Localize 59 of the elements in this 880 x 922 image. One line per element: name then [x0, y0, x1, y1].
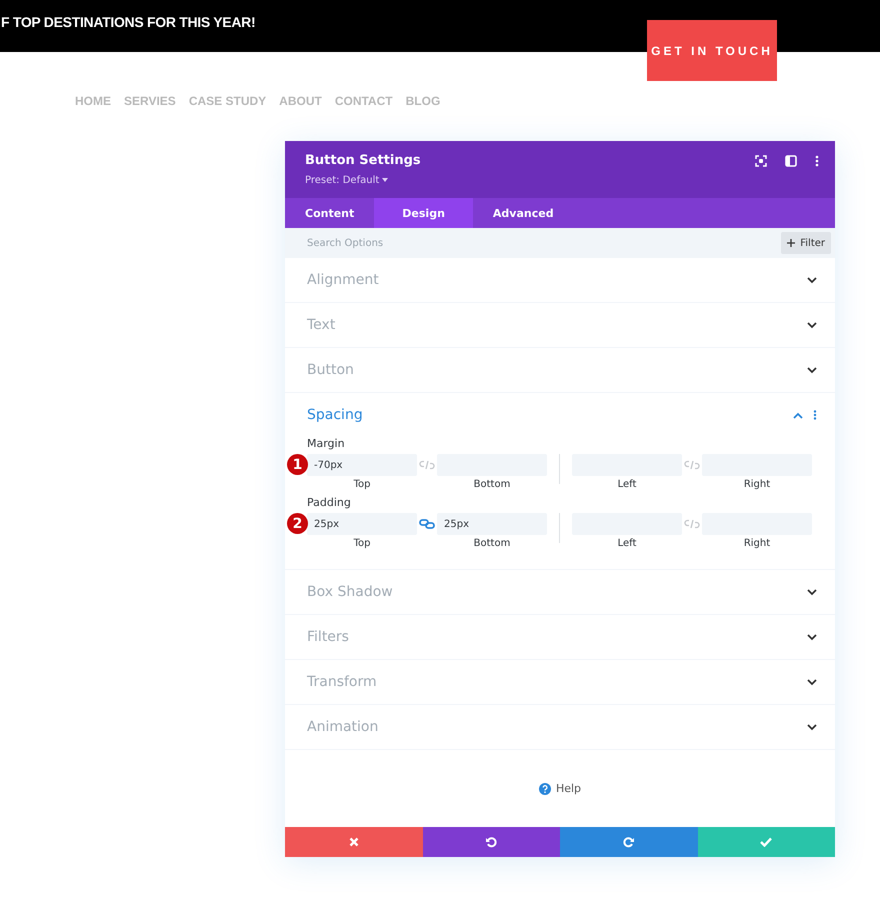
option-label: Padding [307, 496, 352, 509]
field-label: Top [354, 479, 370, 490]
section-title[interactable]: Transform [307, 674, 377, 690]
input-field[interactable]: -70px [307, 454, 417, 476]
chevron-down-icon[interactable] [807, 322, 817, 328]
more-icon[interactable] [813, 410, 817, 420]
section-title[interactable]: Text [307, 317, 336, 333]
help-icon [538, 782, 551, 794]
tab[interactable]: Design [374, 198, 473, 228]
chevron-down-icon[interactable] [807, 678, 817, 686]
chevron-down-icon[interactable] [807, 588, 817, 596]
plus-icon [787, 239, 796, 247]
help-link[interactable]: Help [538, 782, 582, 795]
step-marker: 1 [287, 454, 308, 475]
field-label: Right [744, 479, 770, 490]
filter-button[interactable]: Filter [781, 232, 831, 254]
chevron-down-icon[interactable] [807, 724, 817, 730]
focus-icon[interactable] [755, 155, 767, 167]
section-title[interactable]: Box Shadow [307, 584, 393, 600]
section-title[interactable]: Animation [307, 719, 378, 735]
input-field[interactable]: 25px [437, 513, 547, 535]
section-title[interactable]: Alignment [307, 272, 379, 288]
preset-dropdown[interactable]: Preset: Default [305, 174, 388, 186]
split-view-icon[interactable] [785, 155, 797, 167]
section-title[interactable]: Filters [307, 629, 349, 645]
field-label: Bottom [474, 479, 510, 490]
close-icon [348, 837, 359, 847]
section-title[interactable]: Button [307, 362, 354, 378]
field-label: Left [618, 479, 636, 490]
step-marker: 2 [287, 513, 308, 534]
nav-link[interactable]: CASE STUDY [188, 94, 266, 110]
nav-link[interactable]: SERVIES [124, 94, 176, 110]
tab[interactable]: Content [285, 198, 374, 228]
field-label: Top [354, 538, 370, 549]
undo-icon [485, 836, 498, 848]
input-field[interactable]: 25px [307, 513, 417, 535]
chevron-down-icon[interactable] [807, 276, 817, 284]
chevron-up-icon[interactable] [793, 412, 803, 418]
panel-title: Button Settings [305, 152, 421, 168]
option-label: Margin [307, 437, 346, 450]
banner-text: F TOP DESTINATIONS FOR THIS YEAR! [1, 14, 256, 30]
check-icon [760, 837, 772, 847]
field-label: Right [744, 538, 770, 549]
redo-icon [622, 836, 635, 848]
more-icon[interactable] [815, 155, 819, 167]
chevron-down-icon[interactable] [807, 366, 817, 374]
field-label: Bottom [474, 538, 510, 549]
nav-link[interactable]: ABOUT [279, 94, 322, 110]
search-field[interactable]: Search Options [307, 238, 507, 248]
section-title[interactable]: Spacing [307, 407, 363, 423]
tab[interactable]: Advanced [472, 198, 574, 228]
nav-link[interactable]: HOME [75, 94, 111, 110]
field-label: Left [618, 538, 636, 549]
get-in-touch-button[interactable]: GET IN TOUCH [647, 20, 777, 81]
caret-icon [382, 178, 388, 182]
chevron-down-icon[interactable] [807, 634, 817, 640]
nav-link[interactable]: BLOG [406, 94, 440, 110]
nav-link[interactable]: CONTACT [334, 94, 393, 110]
link-icon[interactable] [419, 519, 435, 529]
